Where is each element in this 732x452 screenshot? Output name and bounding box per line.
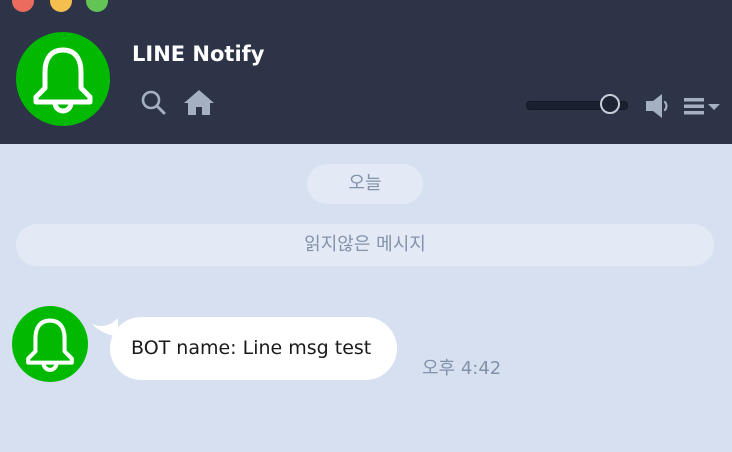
search-icon [141, 90, 166, 115]
message-sender-avatar[interactable] [12, 306, 88, 382]
window-zoom-button[interactable] [86, 0, 108, 12]
volume-slider[interactable] [526, 94, 628, 114]
chat-avatar[interactable] [16, 32, 110, 126]
window-close-button[interactable] [12, 0, 34, 12]
unread-divider: 읽지않은 메시지 [16, 224, 714, 266]
bell-icon [33, 47, 93, 114]
menu-button[interactable] [684, 96, 722, 116]
volume-slider-knob[interactable] [600, 94, 620, 114]
speaker-icon [646, 94, 668, 118]
message-bubble[interactable]: BOT name: Line msg test [110, 317, 398, 380]
home-button[interactable] [183, 88, 215, 116]
date-divider: 오늘 [307, 164, 423, 204]
search-button[interactable] [140, 89, 168, 117]
home-icon [184, 90, 214, 115]
message-text: BOT name: Line msg test [131, 337, 372, 359]
speaker-button[interactable] [644, 93, 672, 119]
message-time: 오후 4:42 [422, 358, 502, 379]
window-minimize-button[interactable] [50, 0, 72, 12]
chat-title: LINE Notify [132, 42, 265, 66]
menu-icon [684, 98, 720, 115]
chat-header: LINE Notify [0, 0, 732, 144]
bell-icon [26, 318, 74, 372]
